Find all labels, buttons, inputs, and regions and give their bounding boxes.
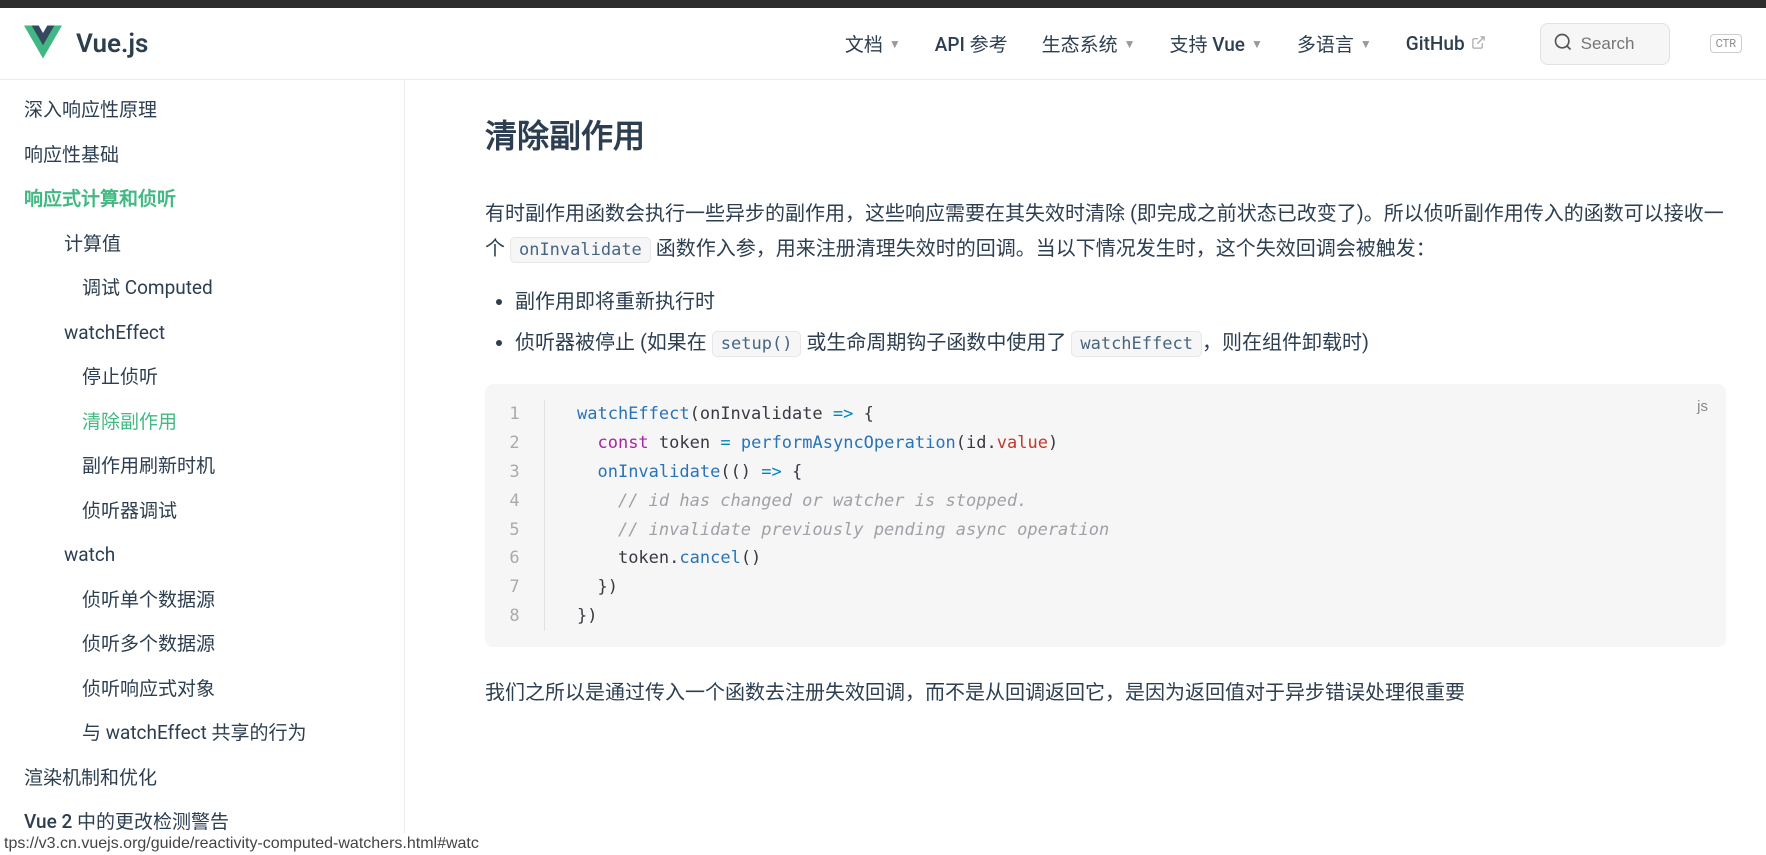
sidebar-item[interactable]: watch: [0, 533, 404, 578]
nav-support[interactable]: 支持 Vue▼: [1170, 30, 1263, 57]
brand-link[interactable]: Vue.js: [24, 23, 148, 65]
line-code: }): [545, 602, 597, 631]
line-number: 3: [485, 458, 545, 487]
line-code: }): [545, 573, 618, 602]
line-number: 6: [485, 544, 545, 573]
article-body: 清除副作用 有时副作用函数会执行一些异步的副作用，这些响应需要在其失效时清除 (…: [405, 80, 1766, 855]
sidebar-item[interactable]: 侦听响应式对象: [0, 667, 404, 712]
trigger-list: 副作用即将重新执行时 侦听器被停止 (如果在 setup() 或生命周期钩子函数…: [515, 284, 1726, 360]
sidebar-item[interactable]: watchEffect: [0, 311, 404, 356]
list-item: 侦听器被停止 (如果在 setup() 或生命周期钩子函数中使用了 watchE…: [515, 325, 1726, 360]
sidebar-item[interactable]: 副作用刷新时机: [0, 444, 404, 489]
code-line: 8}): [485, 602, 1726, 631]
code-watcheffect: watchEffect: [1071, 331, 1202, 357]
sidebar-item[interactable]: 响应式计算和侦听: [0, 177, 404, 222]
code-line: 2 const token = performAsyncOperation(id…: [485, 429, 1726, 458]
site-header: Vue.js 文档▼ API 参考 生态系统▼ 支持 Vue▼ 多语言▼ Git…: [0, 8, 1766, 80]
sidebar-item[interactable]: 停止侦听: [0, 355, 404, 400]
status-bar-url: tps://v3.cn.vuejs.org/guide/reactivity-c…: [0, 833, 483, 855]
sidebar[interactable]: 深入响应性原理响应性基础响应式计算和侦听计算值调试 ComputedwatchE…: [0, 80, 405, 855]
search-icon: [1553, 32, 1573, 56]
sidebar-item[interactable]: 侦听单个数据源: [0, 578, 404, 623]
list-item: 副作用即将重新执行时: [515, 284, 1726, 319]
line-code: // invalidate previously pending async o…: [545, 516, 1109, 545]
chevron-down-icon: ▼: [1124, 37, 1136, 51]
sidebar-item[interactable]: 侦听多个数据源: [0, 622, 404, 667]
sidebar-item[interactable]: 计算值: [0, 222, 404, 267]
sidebar-item[interactable]: 侦听器调试: [0, 489, 404, 534]
external-link-icon: [1471, 32, 1486, 55]
sidebar-item[interactable]: 清除副作用: [0, 400, 404, 445]
code-block: js 1watchEffect(onInvalidate => {2 const…: [485, 384, 1726, 647]
line-number: 1: [485, 400, 545, 429]
search-kbd-hint: CTR: [1710, 34, 1742, 53]
code-line: 6 token.cancel(): [485, 544, 1726, 573]
nav-api[interactable]: API 参考: [935, 30, 1008, 57]
code-line: 5 // invalidate previously pending async…: [485, 516, 1726, 545]
chevron-down-icon: ▼: [1251, 37, 1263, 51]
main-layout: 深入响应性原理响应性基础响应式计算和侦听计算值调试 ComputedwatchE…: [0, 80, 1766, 855]
nav-ecosystem[interactable]: 生态系统▼: [1042, 30, 1136, 57]
code-line: 4 // id has changed or watcher is stoppe…: [485, 487, 1726, 516]
code-on-invalidate: onInvalidate: [510, 237, 651, 263]
line-code: onInvalidate(() => {: [545, 458, 802, 487]
line-number: 5: [485, 516, 545, 545]
sidebar-item[interactable]: 响应性基础: [0, 133, 404, 178]
closing-paragraph: 我们之所以是通过传入一个函数去注册失效回调，而不是从回调返回它，是因为返回值对于…: [485, 675, 1726, 710]
code-line: 7 }): [485, 573, 1726, 602]
line-code: // id has changed or watcher is stopped.: [545, 487, 1027, 516]
top-nav: 文档▼ API 参考 生态系统▼ 支持 Vue▼ 多语言▼ GitHub CTR: [845, 23, 1742, 65]
chevron-down-icon: ▼: [1360, 37, 1372, 51]
intro-paragraph: 有时副作用函数会执行一些异步的副作用，这些响应需要在其失效时清除 (即完成之前状…: [485, 196, 1726, 266]
window-chrome-bar: [0, 0, 1766, 8]
line-number: 4: [485, 487, 545, 516]
sidebar-item[interactable]: 与 watchEffect 共享的行为: [0, 711, 404, 756]
vue-logo-icon: [24, 23, 62, 65]
line-code: const token = performAsyncOperation(id.v…: [545, 429, 1058, 458]
chevron-down-icon: ▼: [889, 37, 901, 51]
line-number: 2: [485, 429, 545, 458]
code-line: 3 onInvalidate(() => {: [485, 458, 1726, 487]
sidebar-item[interactable]: 渲染机制和优化: [0, 756, 404, 801]
search-input[interactable]: [1581, 34, 1657, 54]
line-code: watchEffect(onInvalidate => {: [545, 400, 874, 429]
page-title: 清除副作用: [485, 108, 1726, 172]
sidebar-item[interactable]: 调试 Computed: [0, 266, 404, 311]
nav-lang[interactable]: 多语言▼: [1297, 30, 1372, 57]
line-number: 8: [485, 602, 545, 631]
code-line: 1watchEffect(onInvalidate => {: [485, 400, 1726, 429]
code-lang-badge: js: [1697, 394, 1708, 420]
nav-github[interactable]: GitHub: [1406, 32, 1486, 55]
sidebar-item[interactable]: 深入响应性原理: [0, 88, 404, 133]
line-code: token.cancel(): [545, 544, 761, 573]
brand-name: Vue.js: [76, 29, 148, 59]
nav-docs[interactable]: 文档▼: [845, 30, 901, 57]
search-box[interactable]: [1540, 23, 1670, 65]
line-number: 7: [485, 573, 545, 602]
code-setup: setup(): [712, 331, 802, 357]
